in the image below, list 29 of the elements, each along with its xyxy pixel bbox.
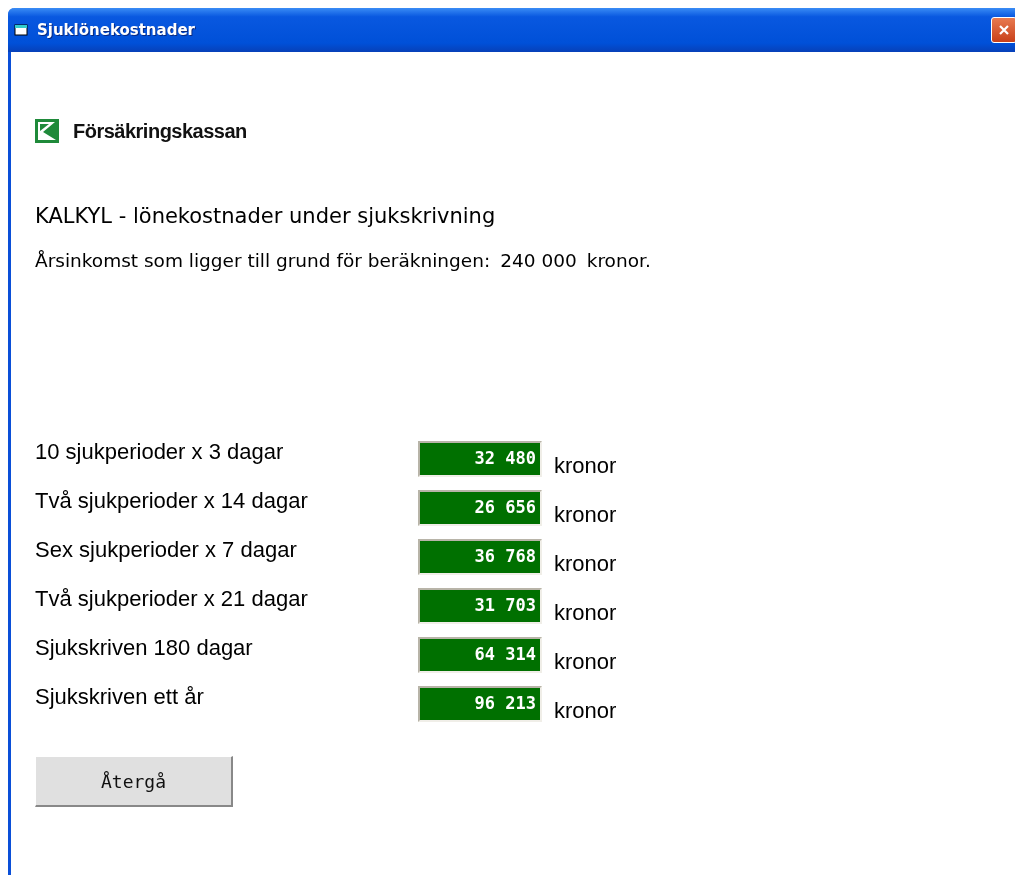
unit-label: kronor	[554, 600, 617, 626]
window-title: Sjuklönekostnader	[37, 21, 196, 39]
logo-text: Försäkringskassan	[73, 119, 247, 143]
result-value: 31 703	[418, 588, 542, 624]
unit-label: kronor	[554, 551, 617, 577]
result-value: 26 656	[418, 490, 542, 526]
window-icon	[14, 24, 28, 36]
income-label: Årsinkomst som ligger till grund för beräkningen:	[35, 250, 491, 271]
row-label: Sex sjukperioder x 7 dagar	[35, 537, 298, 563]
unit-label: kronor	[554, 453, 617, 479]
row-label: Sjukskriven ett år	[35, 684, 205, 710]
back-button[interactable]: Återgå	[35, 756, 233, 807]
result-value: 36 768	[418, 539, 542, 575]
unit-label: kronor	[554, 502, 617, 528]
unit-label: kronor	[554, 698, 617, 724]
close-button[interactable]	[991, 17, 1015, 43]
result-value: 64 314	[418, 637, 542, 673]
result-value: 32 480	[418, 441, 542, 477]
row-label: 10 sjukperioder x 3 dagar	[35, 439, 285, 465]
row-label: Sjukskriven 180 dagar	[35, 635, 254, 661]
income-amount: 240 000	[500, 250, 577, 271]
result-value: 96 213	[418, 686, 542, 722]
income-unit: kronor.	[586, 250, 651, 271]
row-label: Två sjukperioder x 14 dagar	[35, 488, 309, 514]
row-label: Två sjukperioder x 21 dagar	[35, 586, 309, 612]
heading: KALKYL - lönekostnader under sjukskrivning	[35, 204, 497, 228]
unit-label: kronor	[554, 649, 617, 675]
logo-icon	[35, 119, 59, 143]
close-icon	[998, 24, 1010, 36]
